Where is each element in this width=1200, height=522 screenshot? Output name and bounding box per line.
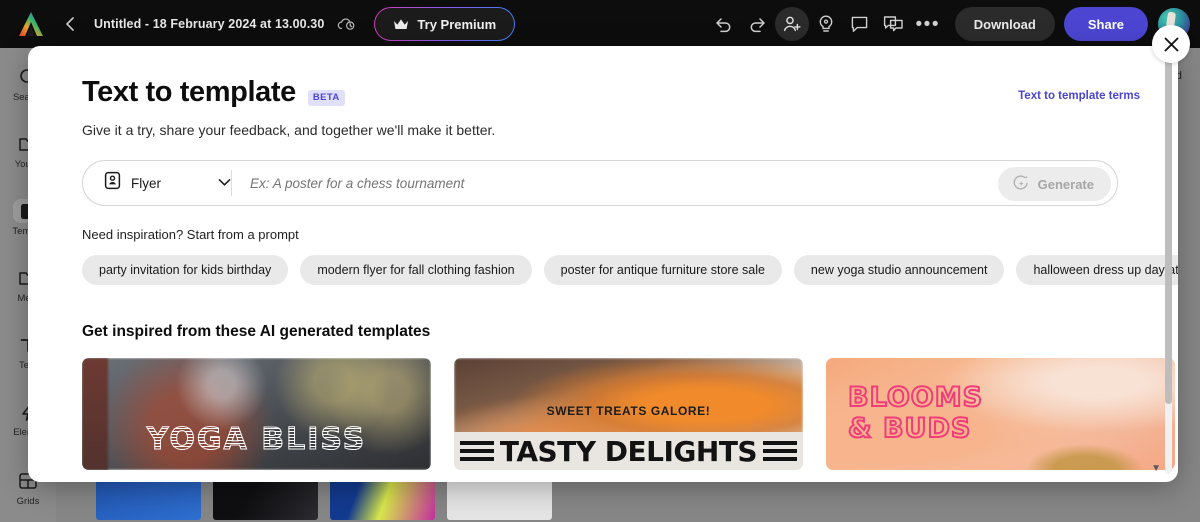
chevron-left-icon: [66, 17, 74, 31]
undo-button[interactable]: [707, 7, 741, 41]
back-button[interactable]: [56, 10, 84, 38]
inspiration-label: Need inspiration? Start from a prompt: [82, 227, 299, 242]
share-button[interactable]: Share: [1063, 7, 1148, 41]
template-type-select[interactable]: Flyer: [83, 161, 231, 205]
more-options-button[interactable]: •••: [911, 15, 945, 34]
prompt-bar: Flyer Generate: [82, 160, 1118, 206]
generate-label: Generate: [1037, 176, 1094, 192]
document-title[interactable]: Untitled - 18 February 2024 at 13.00.30: [94, 17, 324, 31]
invite-button[interactable]: [774, 7, 809, 41]
generate-button[interactable]: Generate: [997, 167, 1111, 201]
download-button[interactable]: Download: [954, 7, 1055, 41]
modal-subtitle: Give it a try, share your feedback, and …: [82, 122, 496, 138]
redo-icon: [750, 17, 765, 32]
top-bar: Untitled - 18 February 2024 at 13.00.30 …: [0, 0, 1200, 48]
app-logo-icon[interactable]: [14, 9, 48, 39]
sidebar-item-label: Grids: [16, 496, 40, 507]
beta-badge: BETA: [307, 89, 345, 106]
text-to-template-modal: Text to template BETA Give it a try, sha…: [28, 46, 1178, 482]
template-type-value: Flyer: [131, 175, 161, 191]
template-card-blooms-and-buds[interactable]: BLOOMS & BUDS: [826, 358, 1175, 470]
templates-section-title: Get inspired from these AI generated tem…: [82, 323, 431, 340]
redo-button[interactable]: [741, 7, 775, 41]
caret-down-icon[interactable]: ▼: [1151, 463, 1161, 474]
prompt-chip[interactable]: modern flyer for fall clothing fashion: [300, 255, 532, 285]
flyer-icon: [103, 171, 122, 195]
comment-icon: [851, 16, 868, 32]
card-title-band: TASTY DELIGHTS: [454, 432, 803, 470]
prompt-chip[interactable]: halloween dress up day at school: [1016, 255, 1178, 285]
modal-header: Text to template BETA: [82, 76, 1124, 109]
duplicate-icon: [884, 16, 903, 32]
card-decor-lines-right: [763, 437, 797, 465]
crown-icon: [394, 18, 409, 29]
close-icon: [1164, 37, 1178, 51]
cloud-sync-icon[interactable]: [336, 16, 356, 32]
prompt-input[interactable]: [232, 175, 1117, 191]
prompt-chip-list: party invitation for kids birthday moder…: [82, 255, 1178, 285]
terms-link[interactable]: Text to template terms: [1018, 90, 1140, 102]
prompt-chip[interactable]: poster for antique furniture store sale: [543, 255, 782, 285]
modal-scroll-container: Text to template BETA Give it a try, sha…: [28, 46, 1178, 482]
undo-icon: [716, 17, 731, 32]
template-card-yoga-bliss[interactable]: YOGA BLISS: [82, 358, 431, 470]
try-premium-button[interactable]: Try Premium: [374, 7, 515, 41]
prompt-chip[interactable]: party invitation for kids birthday: [82, 255, 289, 285]
template-card-tasty-delights[interactable]: SWEET TREATS GALORE! TASTY DELIGHTS: [454, 358, 803, 470]
sparkle-wand-icon: [1012, 174, 1030, 195]
card-decor-lines-left: [460, 437, 494, 465]
card-title: BLOOMS & BUDS: [847, 381, 984, 445]
card-title: TASTY DELIGHTS: [499, 434, 758, 468]
app-root: Untitled - 18 February 2024 at 13.00.30 …: [0, 0, 1200, 522]
page-title: Text to template: [82, 76, 296, 108]
comment-button[interactable]: [843, 7, 877, 41]
template-card-list: YOGA BLISS SWEET TREATS GALORE! TASTY DE…: [82, 358, 1175, 470]
duplicate-button[interactable]: [877, 7, 911, 41]
modal-scrollbar-thumb[interactable]: [1165, 56, 1172, 404]
card-decor-grass: [1025, 444, 1145, 470]
add-person-icon: [783, 16, 801, 32]
ideas-button[interactable]: [809, 7, 843, 41]
chevron-down-icon: [218, 174, 231, 192]
card-subtitle: SWEET TREATS GALORE!: [546, 404, 711, 418]
close-button[interactable]: [1152, 25, 1190, 63]
try-premium-label: Try Premium: [417, 16, 497, 32]
card-title: YOGA BLISS: [82, 422, 431, 458]
prompt-chip[interactable]: new yoga studio announcement: [793, 255, 1005, 285]
lightbulb-icon: [819, 15, 833, 32]
